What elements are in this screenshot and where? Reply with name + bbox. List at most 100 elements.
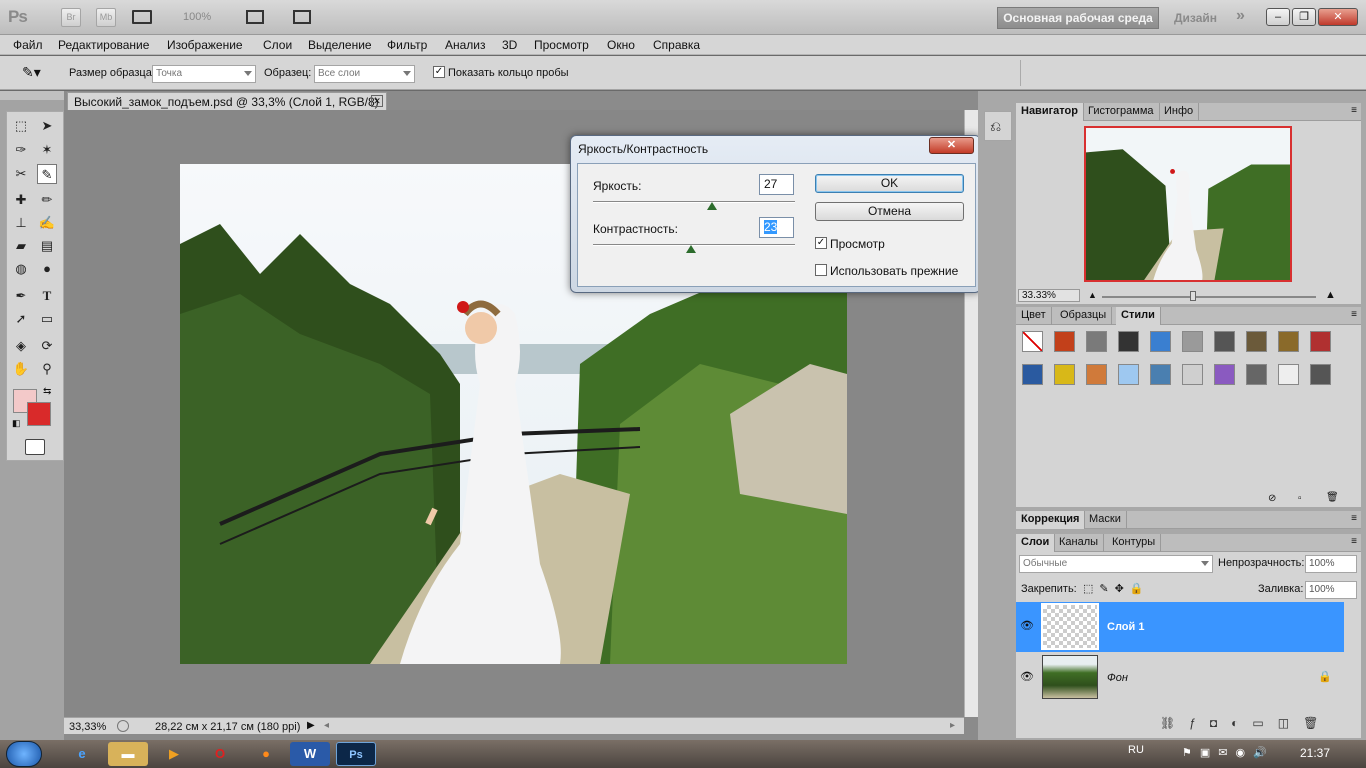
bridge-button[interactable]: Br [61,8,81,27]
panel-menu-icon[interactable]: ≡ [1351,536,1357,547]
layer-row[interactable]: 👁 Фон 🔒 [1016,653,1344,703]
fill-input[interactable]: 100% [1305,581,1357,599]
clock[interactable]: 21:37 [1300,746,1330,760]
close-icon[interactable]: ✕ [1318,8,1358,26]
brightness-slider-track[interactable] [593,201,795,203]
minibridge-button[interactable]: Mb [96,8,116,27]
style-swatch[interactable] [1054,364,1075,385]
workspace-design-button[interactable]: Дизайн [1174,11,1217,25]
zoom-in-icon[interactable]: ▲ [1325,289,1336,301]
navigator-preview[interactable] [1084,126,1292,282]
zoom-level-display[interactable]: 100% [183,11,211,23]
dodge-tool-icon[interactable]: ● [37,259,57,279]
pen-tool-icon[interactable]: ✒ [11,286,31,306]
navigator-zoom-thumb[interactable] [1190,291,1196,301]
quick-mask-icon[interactable] [25,439,45,455]
opacity-input[interactable]: 100% [1305,555,1357,573]
style-swatch[interactable] [1278,331,1299,352]
tab-paths[interactable]: Контуры [1107,534,1162,552]
layer-row[interactable]: 👁 Слой 1 [1016,602,1344,652]
type-tool-icon[interactable]: T [37,286,57,306]
scroll-right-icon[interactable]: ▸ [950,720,955,731]
contrast-slider-thumb[interactable] [686,245,697,253]
show-sampling-ring-checkbox[interactable]: ✓ [433,66,445,78]
word-icon[interactable]: W [290,742,330,766]
style-swatch[interactable] [1086,364,1107,385]
tray-icons[interactable]: ⚑▣✉◉🔊 [1182,746,1275,759]
tab-info[interactable]: Инфо [1159,103,1200,121]
menu-image[interactable]: Изображение [167,38,243,52]
menu-window[interactable]: Окно [607,38,635,52]
path-selection-tool-icon[interactable]: ➚ [11,309,31,329]
menu-analysis[interactable]: Анализ [445,38,486,52]
view-extras-icon[interactable] [132,10,152,24]
shape-tool-icon[interactable]: ▭ [37,309,57,329]
close-document-icon[interactable]: ✕ [371,95,383,107]
sample-size-select[interactable]: Точка [152,65,256,83]
blend-mode-select[interactable]: Обычные [1019,555,1213,573]
navigator-zoom-input[interactable]: 33.33% [1018,289,1080,302]
style-swatch[interactable] [1246,364,1267,385]
history-brush-tool-icon[interactable]: ✍ [37,213,57,233]
restore-icon[interactable]: ❐ [1292,8,1316,26]
style-swatch[interactable] [1182,331,1203,352]
scroll-left-icon[interactable]: ◂ [324,720,329,731]
style-swatch[interactable] [1022,364,1043,385]
tab-layers[interactable]: Слои [1016,534,1056,552]
style-swatch[interactable] [1150,364,1171,385]
opera-icon[interactable]: O [200,742,240,766]
eraser-tool-icon[interactable]: ▰ [11,236,31,256]
tab-masks[interactable]: Маски [1084,511,1127,529]
layer-name[interactable]: Фон [1107,672,1128,684]
style-swatch[interactable] [1118,331,1139,352]
panel-menu-icon[interactable]: ≡ [1351,513,1357,524]
delete-style-icon[interactable]: 🗑 [1326,492,1339,503]
contrast-input[interactable]: 23 [759,217,794,238]
layer-visibility-eye-icon[interactable]: 👁 [1020,619,1034,632]
sample-select[interactable]: Все слои [314,65,415,83]
more-workspaces-icon[interactable]: » [1236,7,1245,25]
style-swatch[interactable] [1086,331,1107,352]
preview-checkbox[interactable]: ✓ [815,237,827,249]
brightness-input[interactable]: 27 [759,174,794,195]
background-color-swatch[interactable] [27,402,51,426]
zoom-out-icon[interactable]: ▲ [1088,290,1097,300]
explorer-icon[interactable]: ▬ [108,742,148,766]
status-icon[interactable] [117,720,129,732]
navigator-zoom-slider[interactable] [1102,296,1316,298]
tab-adjustments[interactable]: Коррекция [1016,511,1086,529]
menu-file[interactable]: Файл [13,38,43,52]
zoom-tool-icon[interactable]: ⚲ [37,359,57,379]
3d-orbit-tool-icon[interactable]: ⟳ [37,336,57,356]
screen-mode-icon[interactable] [293,10,311,24]
firefox-icon[interactable]: ● [246,742,286,766]
minimize-icon[interactable]: – [1266,8,1290,26]
style-swatch[interactable] [1118,364,1139,385]
tab-swatches[interactable]: Образцы [1055,307,1113,325]
marquee-tool-icon[interactable]: ⬚ [11,116,31,136]
arrange-documents-icon[interactable] [246,10,264,24]
tab-navigator[interactable]: Навигатор [1016,103,1084,121]
eyedropper-preset-icon[interactable]: ✎▾ [22,64,41,81]
style-swatch[interactable] [1150,331,1171,352]
panel-menu-icon[interactable]: ≡ [1351,105,1357,116]
history-panel-icon[interactable]: ⎌ [984,111,1012,141]
crop-tool-icon[interactable]: ✂ [11,164,31,184]
ie-icon[interactable]: e [62,742,102,766]
style-swatch[interactable] [1054,331,1075,352]
layer-visibility-eye-icon[interactable]: 👁 [1020,670,1034,683]
tab-color[interactable]: Цвет [1016,307,1052,325]
style-swatch[interactable] [1214,331,1235,352]
default-colors-icon[interactable]: ◧ [12,418,21,429]
move-tool-icon[interactable]: ➤ [37,116,57,136]
style-swatch[interactable] [1310,331,1331,352]
menu-filter[interactable]: Фильтр [387,38,427,52]
style-swatch[interactable] [1182,364,1203,385]
layer-name[interactable]: Слой 1 [1107,621,1144,633]
brightness-slider-thumb[interactable] [707,202,718,210]
lasso-tool-icon[interactable]: ✑ [11,140,31,160]
document-tab[interactable]: Высокий_замок_подъем.psd @ 33,3% (Слой 1… [67,92,387,110]
workspace-essentials-button[interactable]: Основная рабочая среда [997,7,1159,29]
dialog-close-icon[interactable]: ✕ [929,137,974,154]
use-legacy-checkbox[interactable] [815,264,827,276]
